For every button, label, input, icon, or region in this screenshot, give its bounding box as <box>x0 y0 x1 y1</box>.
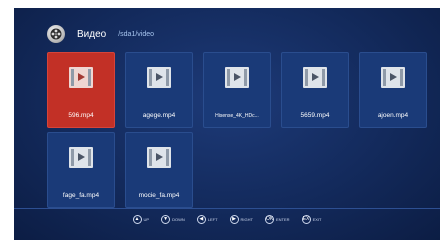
left-arrow-icon: ◀ <box>196 214 206 224</box>
video-file-icon <box>147 67 171 88</box>
right-arrow-icon: ▶ <box>229 214 239 224</box>
file-name: Hisense_4K_HDc... <box>215 113 259 119</box>
file-tile[interactable]: agege.mp4 <box>125 52 193 128</box>
down-arrow-icon: ▼ <box>161 214 171 224</box>
hint-enter: OK ENTER <box>265 214 290 224</box>
header: Видео /sda1/video <box>47 24 154 44</box>
file-tile[interactable]: fage_fa.mp4 <box>47 132 115 208</box>
exit-icon: EX <box>301 214 311 224</box>
media-browser-screen: Видео /sda1/video 596.mp4 agege.mp4 Hise… <box>14 8 440 240</box>
up-arrow-icon: ▲ <box>132 214 142 224</box>
hint-label: DOWN <box>172 216 185 222</box>
hint-label: ENTER <box>276 216 290 222</box>
video-file-icon <box>303 67 327 88</box>
file-name: 5659.mp4 <box>300 112 330 119</box>
video-file-icon <box>147 147 171 168</box>
video-file-icon <box>69 147 93 168</box>
file-tile[interactable]: 5659.mp4 <box>281 52 349 128</box>
hint-label: RIGHT <box>240 216 253 222</box>
file-name: fage_fa.mp4 <box>62 192 100 199</box>
hint-exit: EX EXIT <box>301 214 322 224</box>
file-tile[interactable]: Hisense_4K_HDc... <box>203 52 271 128</box>
video-file-icon <box>381 67 405 88</box>
hint-up: ▲ UP <box>132 214 150 224</box>
file-tile[interactable]: mocie_fa.mp4 <box>125 132 193 208</box>
hint-label: UP <box>143 216 150 222</box>
file-name: ajoen.mp4 <box>377 112 409 119</box>
page-title: Видео <box>77 28 107 40</box>
file-tile[interactable]: 596.mp4 <box>47 52 115 128</box>
hint-right: ▶ RIGHT <box>229 214 253 224</box>
enter-icon: OK <box>265 214 274 224</box>
hint-label: LEFT <box>207 216 218 222</box>
film-reel-icon <box>47 25 65 43</box>
file-name: 596.mp4 <box>68 112 94 119</box>
file-tile[interactable]: ajoen.mp4 <box>359 52 427 128</box>
footer-divider <box>14 208 440 209</box>
file-name: mocie_fa.mp4 <box>138 192 180 199</box>
hint-down: ▼ DOWN <box>161 214 185 224</box>
hint-left: ◀ LEFT <box>196 214 218 224</box>
hint-label: EXIT <box>312 216 322 222</box>
file-name: agege.mp4 <box>142 112 176 119</box>
video-file-icon <box>225 67 249 88</box>
breadcrumb: /sda1/video <box>118 30 155 38</box>
remote-key-hints: ▲ UP ▼ DOWN ◀ LEFT ▶ RIGHT OK ENTER EX E… <box>14 212 440 226</box>
video-file-icon <box>69 67 93 88</box>
